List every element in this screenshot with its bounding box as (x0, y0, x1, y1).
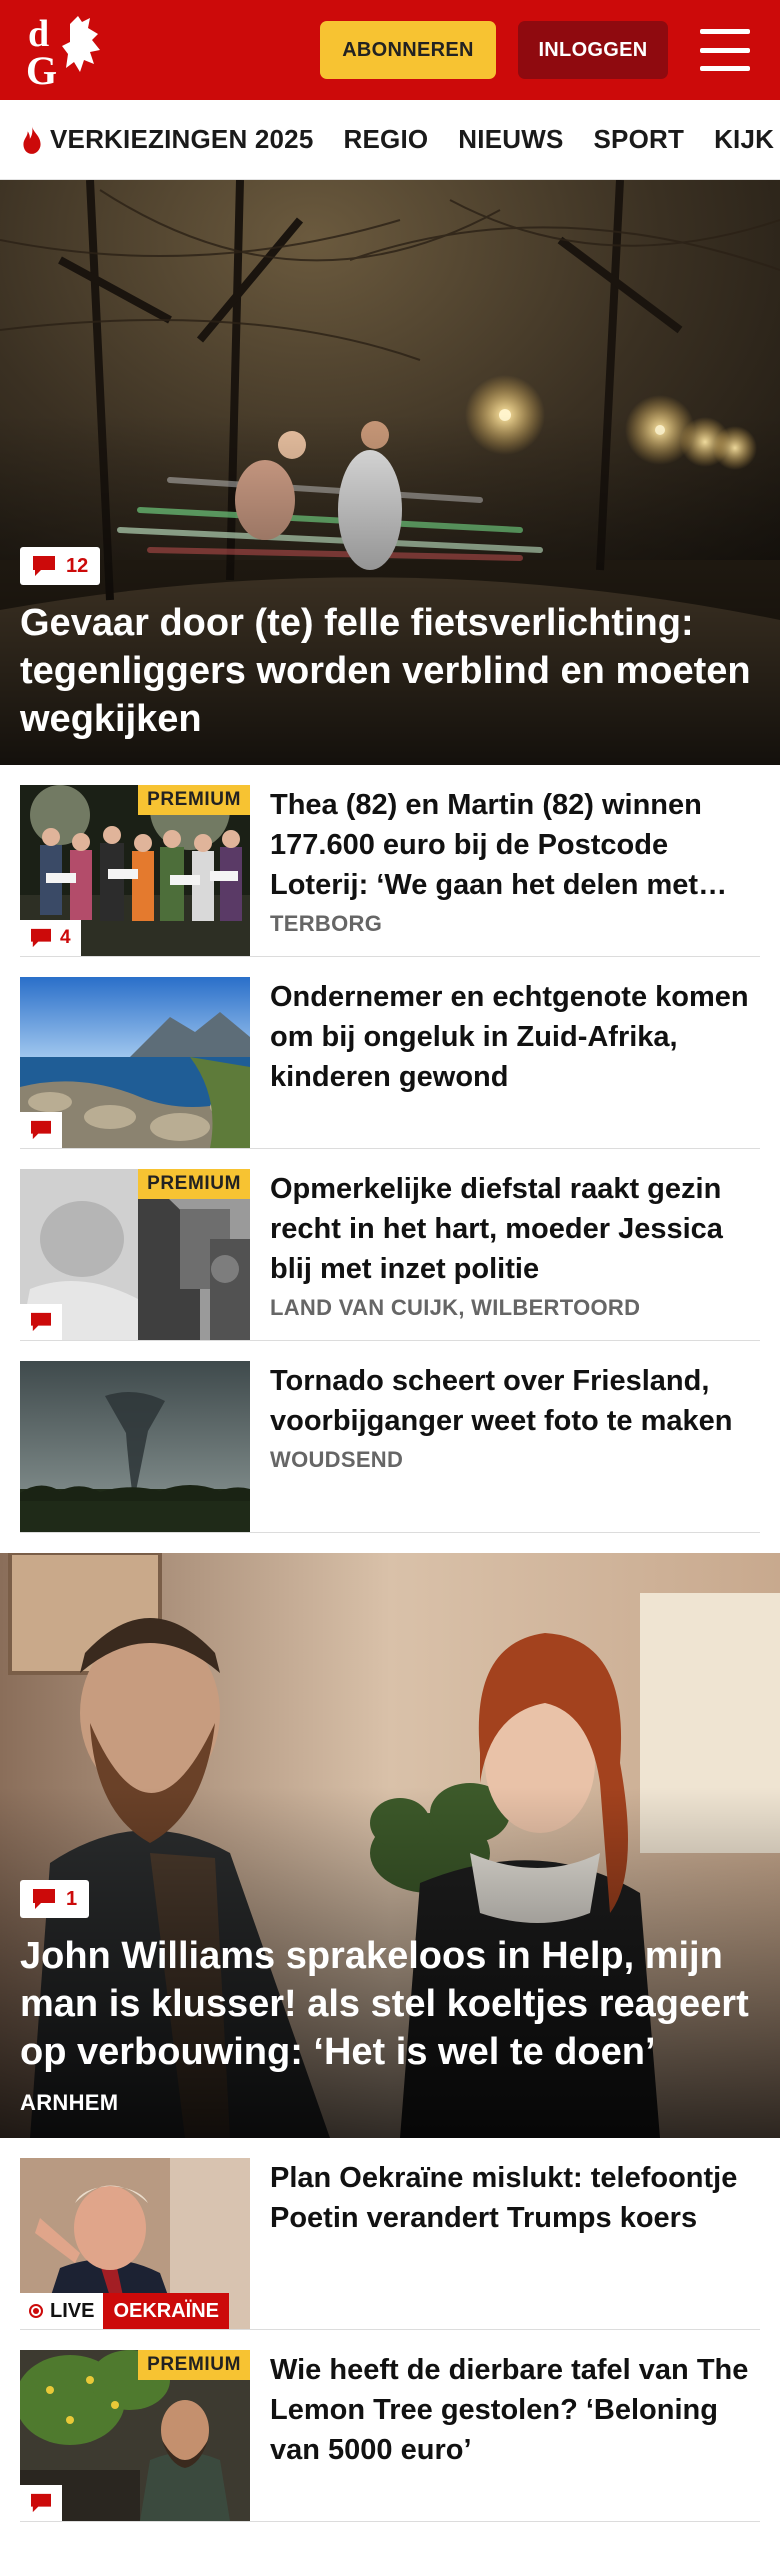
list-item[interactable]: LIVE OEKRAÏNE Plan Oekraïne mislukt: tel… (20, 2138, 760, 2330)
comment-icon (30, 928, 52, 948)
article-title[interactable]: Opmerkelijke diefstal raakt gezin recht … (270, 1169, 760, 1289)
menu-icon[interactable] (700, 29, 750, 71)
article-title[interactable]: Plan Oekraïne mislukt: telefoon­tje Poet… (270, 2158, 760, 2238)
article-list-2: LIVE OEKRAÏNE Plan Oekraïne mislukt: tel… (0, 2138, 780, 2522)
article-thumbnail: PREMIUM (20, 1169, 250, 1340)
article-thumbnail: LIVE OEKRAÏNE (20, 2158, 250, 2329)
hero-article[interactable]: 12 Gevaar door (te) felle fietsverlichti… (0, 180, 780, 765)
list-item[interactable]: Ondernemer en echtgenote komen om bij on… (20, 957, 760, 1149)
comment-icon (30, 1312, 52, 1332)
comment-count: 4 (60, 927, 71, 948)
article-thumbnail: PREMIUM 4 (20, 785, 250, 956)
hero-article-2[interactable]: 1 John Williams sprakeloos in Help, mijn… (0, 1553, 780, 2138)
comment-icon (30, 2493, 52, 2513)
article-thumbnail (20, 1361, 250, 1532)
list-item[interactable]: PREMIUM Opmerkelijke diefstal raakt gezi… (20, 1149, 760, 1341)
article-title[interactable]: Thea (82) en Martin (82) winnen 177.600 … (270, 785, 760, 905)
article-title[interactable]: Tornado scheert over Friesland, voorbijg… (270, 1361, 760, 1441)
list-item[interactable]: PREMIUM Wie heeft de dierbare tafel van … (20, 2330, 760, 2522)
nav-item-elections[interactable]: VERKIEZINGEN 2025 (18, 124, 314, 155)
svg-text:G: G (26, 48, 57, 90)
nav-item-nieuws[interactable]: NIEUWS (458, 124, 563, 155)
comment-count-badge (20, 1304, 62, 1340)
nav-item-kijk[interactable]: KIJK (714, 124, 774, 155)
nav-item-label: VERKIEZINGEN 2025 (50, 124, 314, 154)
live-label: LIVE (50, 2299, 95, 2322)
live-badge: LIVE OEKRAÏNE (20, 2293, 230, 2329)
nav-item-sport[interactable]: SPORT (594, 124, 685, 155)
list-item[interactable]: PREMIUM 4 Thea (82) en Martin (82) winne… (20, 765, 760, 957)
nav-item-regio[interactable]: REGIO (344, 124, 429, 155)
article-title[interactable]: Ondernemer en echtgenote komen om bij on… (270, 977, 760, 1097)
login-button[interactable]: INLOGGEN (518, 21, 668, 79)
hero-title[interactable]: John Williams sprakeloos in Help, mijn m… (20, 1932, 760, 2076)
topic-tag[interactable]: OEKRAÏNE (103, 2293, 230, 2329)
comment-count-badge: 4 (20, 920, 81, 956)
comment-count-badge (20, 1112, 62, 1148)
section-nav: VERKIEZINGEN 2025 REGIO NIEUWS SPORT KIJ… (0, 100, 780, 180)
comment-count-badge: 1 (20, 1880, 90, 1918)
article-location: ARNHEM (20, 2090, 119, 2115)
logo-icon: d G (26, 13, 100, 90)
comment-icon (32, 1888, 56, 1910)
article-location: WOUDSEND (270, 1447, 404, 1472)
comment-count: 1 (66, 1887, 78, 1910)
hero-title[interactable]: Gevaar door (te) felle fietsverlichting:… (20, 599, 760, 743)
article-location: LAND VAN CUIJK, WILBERTOORD (270, 1295, 641, 1320)
comment-count: 12 (66, 554, 89, 577)
site-logo[interactable]: d G (24, 10, 116, 90)
article-title[interactable]: Wie heeft de dierbare tafel van The Lemo… (270, 2350, 760, 2470)
premium-badge: PREMIUM (138, 785, 250, 815)
comment-icon (32, 555, 56, 577)
comment-count-badge: 12 (20, 547, 101, 585)
article-thumbnail (20, 977, 250, 1148)
subscribe-button[interactable]: ABONNEREN (320, 21, 496, 79)
article-thumbnail: PREMIUM (20, 2350, 250, 2521)
article-list: PREMIUM 4 Thea (82) en Martin (82) winne… (0, 765, 780, 1533)
list-item[interactable]: Tornado scheert over Friesland, voorbijg… (20, 1341, 760, 1533)
premium-badge: PREMIUM (138, 2350, 250, 2380)
comment-icon (30, 1120, 52, 1140)
site-header: d G ABONNEREN INLOGGEN (0, 0, 780, 100)
premium-badge: PREMIUM (138, 1169, 250, 1199)
live-dot-icon (29, 2304, 43, 2318)
flame-icon (18, 125, 46, 155)
comment-count-badge (20, 2485, 62, 2521)
article-location: TERBORG (270, 911, 383, 936)
